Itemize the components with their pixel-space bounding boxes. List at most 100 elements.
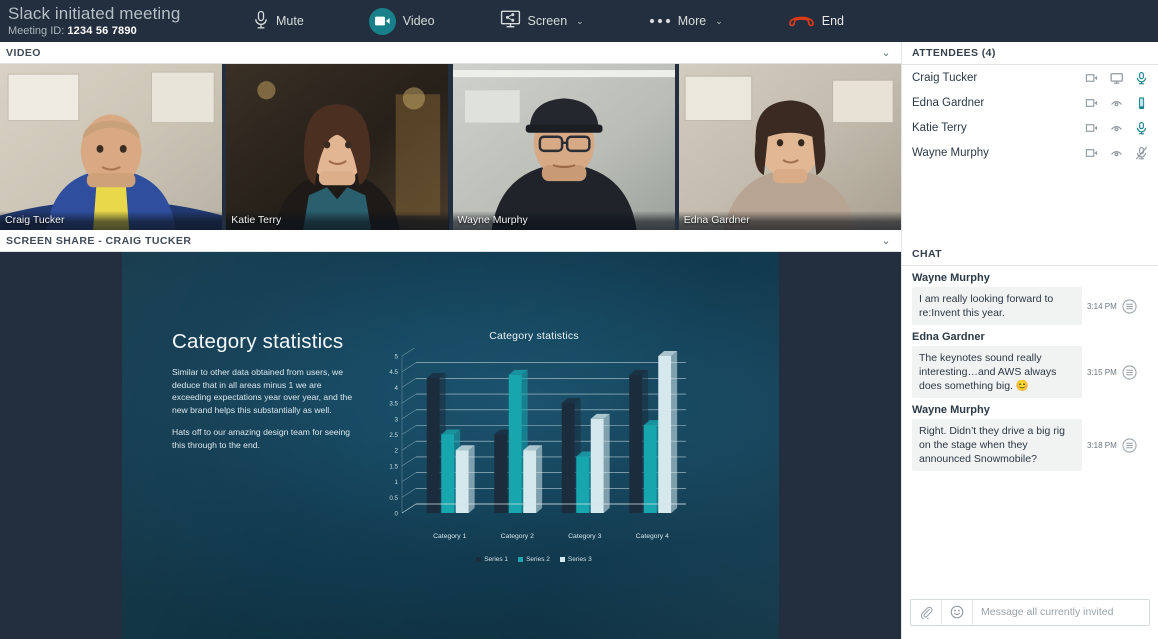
meeting-id-label: Meeting ID: <box>8 25 65 37</box>
microphone-icon <box>253 10 269 33</box>
slide-text-column: Category statistics Similar to other dat… <box>122 330 352 639</box>
meeting-app: Slack initiated meeting Meeting ID: 1234… <box>0 0 1158 639</box>
monitor-icon <box>1110 71 1123 85</box>
participant-video <box>226 64 449 230</box>
dial-in-icon <box>1110 146 1123 160</box>
phone-handset-icon[interactable] <box>1135 96 1148 110</box>
legend-swatch <box>559 557 565 562</box>
presentation-slide: Category statistics Similar to other dat… <box>122 252 779 639</box>
attendee-name: Craig Tucker <box>912 71 978 84</box>
attendee-name: Katie Terry <box>912 121 967 134</box>
meeting-info: Slack initiated meeting Meeting ID: 1234… <box>0 4 235 38</box>
microphone-muted-icon[interactable] <box>1135 146 1148 160</box>
chevron-down-icon[interactable]: ⌄ <box>881 46 891 59</box>
end-call-button[interactable]: End <box>778 0 854 42</box>
video-tile-name: Wayne Murphy <box>452 211 675 230</box>
chart-bar <box>590 413 610 513</box>
attendee-row[interactable]: Edna Gardner <box>902 90 1158 115</box>
side-panel: ATTENDEES (4) Craig Tucker Edna Gardner Ka… <box>901 42 1158 639</box>
chart-legend-item: Series 2 <box>518 556 550 563</box>
chat-message-author: Wayne Murphy <box>912 404 990 416</box>
video-tile[interactable]: Craig Tucker <box>0 64 223 230</box>
chart-bar <box>523 445 543 513</box>
attendee-name: Edna Gardner <box>912 96 985 109</box>
svg-text:3: 3 <box>395 416 399 423</box>
chat-message-time: 3:14 PM <box>1087 301 1117 311</box>
attendee-row[interactable]: Wayne Murphy <box>902 140 1158 165</box>
message-menu-icon[interactable] <box>1122 364 1137 380</box>
svg-text:Category 2: Category 2 <box>501 533 534 540</box>
video-tile[interactable]: Katie Terry <box>226 64 449 230</box>
svg-text:2.5: 2.5 <box>389 432 398 439</box>
participant-video <box>678 64 901 230</box>
svg-text:2: 2 <box>395 448 399 455</box>
slide-title: Category statistics <box>172 330 344 353</box>
legend-label: Series 3 <box>567 556 592 563</box>
attendees-header: ATTENDEES (4) <box>902 42 1158 65</box>
slide-body: Similar to other data obtained from user… <box>172 366 360 452</box>
attendee-row[interactable]: Craig Tucker <box>902 65 1158 90</box>
chat-message: Wayne Murphy I am really looking forward… <box>902 272 1158 325</box>
chat-message-author: Wayne Murphy <box>912 272 990 284</box>
chat-message-text: I am really looking forward to re:Invent… <box>912 287 1082 325</box>
screen-share-section-label: SCREEN SHARE - CRAIG TUCKER <box>6 234 192 247</box>
screen-share-section-header[interactable]: SCREEN SHARE - CRAIG TUCKER ⌄ <box>0 230 901 252</box>
message-menu-icon[interactable] <box>1122 298 1137 314</box>
chat-message-list[interactable]: Wayne Murphy I am really looking forward… <box>902 266 1158 595</box>
chart-plot-area: 0 0.5 1 1.5 2 2.5 3 3.5 4 4.5 5 Category 1 Category … <box>374 346 694 548</box>
attendees-label: ATTENDEES (4) <box>912 47 996 59</box>
slide-paragraph: Similar to other data obtained from user… <box>172 367 353 415</box>
video-tile-name: Craig Tucker <box>0 211 223 230</box>
paperclip-icon[interactable] <box>911 599 942 625</box>
legend-label: Series 2 <box>526 556 550 563</box>
chevron-down-icon: ⌄ <box>715 15 723 26</box>
svg-text:1: 1 <box>395 479 399 486</box>
video-tiles: Craig Tucker Katie Terry Wayne Murphy Ed… <box>0 64 901 230</box>
chat-composer <box>902 595 1158 639</box>
chat-message: Wayne Murphy Right. Didn’t they drive a … <box>902 404 1158 471</box>
video-tile-name: Katie Terry <box>226 211 449 230</box>
chat-message-text: The keynotes sound really interesting…an… <box>912 346 1082 398</box>
video-camera-icon <box>368 7 396 35</box>
microphone-icon[interactable] <box>1135 71 1148 85</box>
dial-in-icon <box>1110 121 1123 135</box>
mute-label: Mute <box>276 14 304 28</box>
svg-text:4.5: 4.5 <box>389 369 398 376</box>
video-section-label: VIDEO <box>6 46 41 59</box>
video-tile[interactable]: Edna Gardner <box>678 64 901 230</box>
main-area: VIDEO ⌄ Craig Tucker Katie Terry Wayne M… <box>0 42 1158 639</box>
video-tile-name: Edna Gardner <box>678 211 901 230</box>
attendee-status-icons <box>1085 71 1148 85</box>
legend-swatch <box>518 557 524 562</box>
svg-text:1.5: 1.5 <box>389 463 398 470</box>
svg-text:0.5: 0.5 <box>389 495 398 502</box>
participant-video <box>452 64 675 230</box>
meeting-toolbar: Slack initiated meeting Meeting ID: 1234… <box>0 0 1158 42</box>
chevron-down-icon[interactable]: ⌄ <box>881 234 891 247</box>
message-menu-icon[interactable] <box>1122 437 1137 453</box>
chat-panel: CHAT Wayne Murphy I am really looking fo… <box>902 243 1158 639</box>
more-label: More <box>677 14 707 28</box>
mute-button[interactable]: Mute <box>243 0 314 42</box>
video-button[interactable]: Video <box>359 0 445 42</box>
svg-text:Category 4: Category 4 <box>636 533 669 540</box>
screen-share-label: Screen <box>527 14 568 28</box>
chat-message-input[interactable] <box>973 599 1149 625</box>
screen-share-button[interactable]: Screen ⌄ <box>490 0 594 42</box>
emoji-icon[interactable] <box>942 599 973 625</box>
video-section-header[interactable]: VIDEO ⌄ <box>0 42 901 64</box>
microphone-icon[interactable] <box>1135 121 1148 135</box>
shared-screen[interactable]: Category statistics Similar to other dat… <box>0 252 901 639</box>
video-label: Video <box>402 14 435 28</box>
svg-text:5: 5 <box>395 354 399 361</box>
toolbar-actions: Mute Video Screen ⌄ More ⌄ End <box>235 0 854 42</box>
end-call-label: End <box>821 14 844 28</box>
attendee-row[interactable]: Katie Terry <box>902 115 1158 140</box>
more-button[interactable]: More ⌄ <box>639 0 733 42</box>
meeting-id-value: 1234 56 7890 <box>67 25 138 37</box>
chat-message-author: Edna Gardner <box>912 331 985 343</box>
camera-icon <box>1085 96 1098 110</box>
video-tile[interactable]: Wayne Murphy <box>452 64 675 230</box>
slide-paragraph: Hats off to our amazing design team for … <box>172 427 351 450</box>
camera-icon <box>1085 146 1098 160</box>
